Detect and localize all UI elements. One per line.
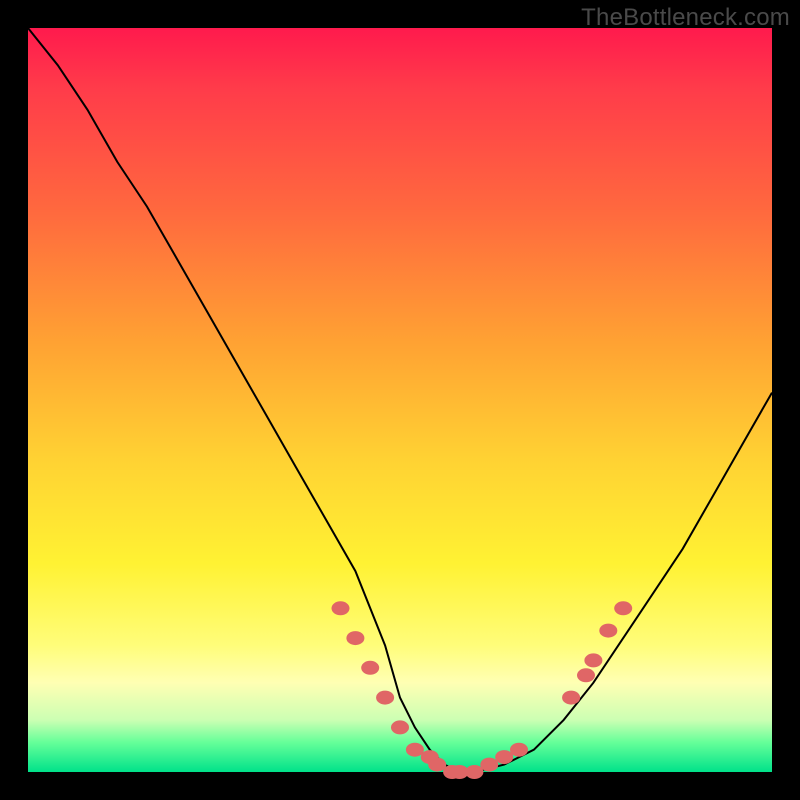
highlight-dot [361,661,379,675]
highlight-dot [480,758,498,772]
highlight-dot [562,691,580,705]
highlight-dot [332,601,350,615]
chart-frame: TheBottleneck.com [0,0,800,800]
highlight-dot [406,743,424,757]
highlight-dot [599,624,617,638]
curve-line [28,28,772,772]
highlight-dot [346,631,364,645]
highlight-dot [577,668,595,682]
highlight-dot [584,653,602,667]
highlight-dot [495,750,513,764]
highlight-dot [376,691,394,705]
highlight-dot [510,743,528,757]
highlight-dot [465,765,483,779]
highlight-dot [428,758,446,772]
bottleneck-curve [28,28,772,772]
highlight-dot [391,720,409,734]
highlight-dot [614,601,632,615]
